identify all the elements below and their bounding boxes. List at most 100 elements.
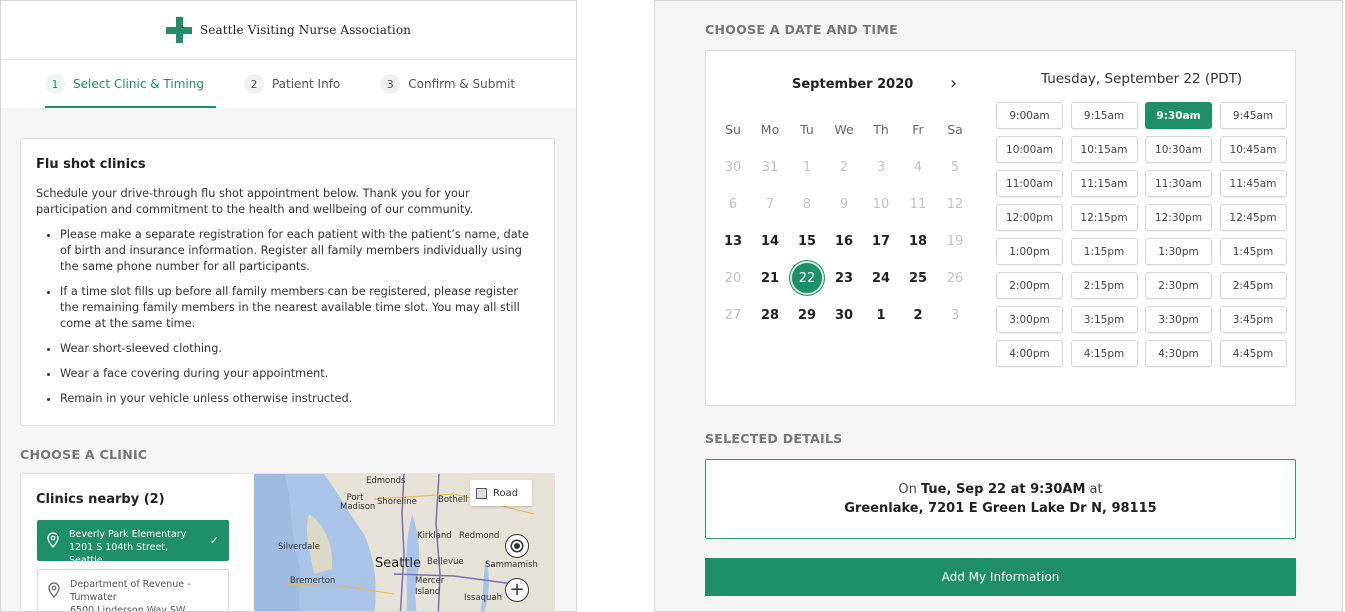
map-type-road-button[interactable]: Road: [470, 480, 532, 506]
time-slot[interactable]: 1:15pm: [1070, 238, 1138, 265]
time-slot[interactable]: 2:00pm: [996, 272, 1063, 299]
calendar-day[interactable]: 18: [901, 224, 935, 258]
time-slot[interactable]: 2:45pm: [1219, 272, 1287, 299]
location-pin-icon: [47, 532, 59, 548]
calendar-day[interactable]: 14: [753, 224, 787, 258]
calendar-day: 9: [839, 196, 849, 212]
calendar-day: 12: [946, 196, 964, 212]
time-slot[interactable]: 10:45am: [1219, 136, 1287, 163]
selected-location: Greenlake, 7201 E Green Lake Dr N, 98115: [844, 501, 1157, 516]
step-label: Patient Info: [271, 77, 341, 91]
time-slot[interactable]: 11:15am: [1070, 170, 1138, 197]
time-slot[interactable]: 10:00am: [996, 136, 1063, 163]
calendar-day[interactable]: 30: [827, 298, 861, 332]
calendar-day[interactable]: 29: [790, 298, 824, 332]
calendar-day[interactable]: 24: [864, 261, 898, 295]
time-slot[interactable]: 10:30am: [1145, 136, 1212, 163]
calendar-day[interactable]: 25: [901, 261, 935, 295]
time-slot[interactable]: 4:00pm: [996, 340, 1063, 367]
time-slot[interactable]: 11:00am: [996, 170, 1063, 197]
map-label: Issaquah: [464, 593, 502, 603]
clinic-option-selected[interactable]: Beverly Park Elementary 1201 S 104th Str…: [37, 520, 229, 566]
scheduling-panel: CHOOSE A DATE AND TIME September 2020 › …: [654, 0, 1343, 612]
time-slot[interactable]: 4:15pm: [1070, 340, 1138, 367]
time-slot[interactable]: 2:30pm: [1145, 272, 1212, 299]
selected-details-box: On Tue, Sep 22 at 9:30AM at Greenlake, 7…: [705, 459, 1296, 539]
time-slot[interactable]: 12:15pm: [1070, 204, 1138, 231]
time-slot[interactable]: 9:00am: [996, 102, 1063, 129]
time-slot[interactable]: 11:30am: [1145, 170, 1212, 197]
weekday-header: Th: [873, 122, 889, 137]
time-slot[interactable]: 3:00pm: [996, 306, 1063, 333]
time-slot[interactable]: 3:45pm: [1219, 306, 1287, 333]
time-slot-selected[interactable]: 9:30am: [1145, 102, 1212, 129]
add-my-information-button[interactable]: Add My Information: [705, 558, 1296, 596]
time-slot[interactable]: 3:30pm: [1145, 306, 1212, 333]
weekday-header: Sa: [947, 122, 963, 137]
time-slot[interactable]: 1:30pm: [1145, 238, 1212, 265]
clinic-option[interactable]: Department of Revenue - Tumwater 6500 Li…: [37, 569, 229, 611]
weekday-header: We: [834, 122, 854, 137]
time-slot[interactable]: 10:15am: [1070, 136, 1138, 163]
time-slot[interactable]: 4:45pm: [1219, 340, 1287, 367]
map-label: Silverdale: [278, 542, 320, 552]
calendar-day: 8: [802, 196, 812, 212]
calendar-day: 31: [761, 159, 779, 175]
time-slot[interactable]: 12:45pm: [1219, 204, 1287, 231]
calendar-day[interactable]: 13: [716, 224, 750, 258]
next-month-button[interactable]: ›: [950, 73, 957, 94]
zoom-in-button[interactable]: +: [505, 578, 529, 602]
time-slot[interactable]: 9:45am: [1219, 102, 1287, 129]
calendar-day: 2: [839, 159, 849, 175]
calendar-day-selected[interactable]: 22: [790, 261, 824, 295]
map-label-city: Seattle: [375, 556, 422, 571]
calendar-day: 20: [724, 270, 742, 286]
calendar-day: 7: [765, 196, 775, 212]
time-slot[interactable]: 1:45pm: [1219, 238, 1287, 265]
calendar-day: 19: [946, 233, 964, 249]
calendar-day[interactable]: 28: [753, 298, 787, 332]
map-label: Shoreline: [377, 497, 417, 507]
locate-me-button[interactable]: [505, 534, 529, 558]
time-slot[interactable]: 12:00pm: [996, 204, 1063, 231]
calendar-day[interactable]: 16: [827, 224, 861, 258]
info-title: Flu shot clinics: [36, 157, 146, 172]
selected-datetime: Tue, Sep 22 at 9:30AM: [920, 482, 1086, 497]
map-label: Sammamish: [485, 560, 538, 570]
calendar-day: 1: [802, 159, 812, 175]
time-slot[interactable]: 4:30pm: [1145, 340, 1212, 367]
clinic-name: Beverly Park Elementary: [69, 529, 187, 540]
info-bullet: Please make a separate registration for …: [60, 227, 539, 275]
step-select-clinic[interactable]: 1 Select Clinic & Timing: [45, 60, 216, 108]
step-patient-info[interactable]: 2 Patient Info: [243, 60, 341, 108]
org-name: Seattle Visiting Nurse Association: [199, 23, 412, 37]
map-label: Redmond: [459, 531, 500, 541]
clinic-name: Department of Revenue - Tumwater: [70, 579, 191, 603]
time-slot[interactable]: 9:15am: [1070, 102, 1138, 129]
info-list: Please make a separate registration for …: [36, 227, 539, 407]
calendar-day[interactable]: 15: [790, 224, 824, 258]
clinics-nearby-heading: Clinics nearby (2): [36, 492, 165, 507]
target-icon: [512, 541, 522, 551]
info-bullet: Wear a face covering during your appoint…: [60, 366, 539, 382]
time-slot[interactable]: 1:00pm: [996, 238, 1063, 265]
calendar-day[interactable]: 23: [827, 261, 861, 295]
calendar-day[interactable]: 1: [864, 298, 898, 332]
time-slot[interactable]: 11:45am: [1219, 170, 1287, 197]
calendar-day: 27: [724, 307, 742, 323]
time-slot[interactable]: 12:30pm: [1145, 204, 1212, 231]
info-bullet: Wear short-sleeved clothing.: [60, 341, 539, 357]
selected-details-heading: SELECTED DETAILS: [705, 431, 843, 446]
info-card: Flu shot clinics Schedule your drive-thr…: [20, 138, 555, 426]
time-slot[interactable]: 2:15pm: [1070, 272, 1138, 299]
location-pin-icon: [48, 582, 60, 598]
clinic-details: Beverly Park Elementary 1201 S 104th Str…: [69, 528, 200, 566]
calendar-day[interactable]: 2: [901, 298, 935, 332]
calendar-day[interactable]: 17: [864, 224, 898, 258]
time-slot[interactable]: 3:15pm: [1070, 306, 1138, 333]
calendar-day: 6: [728, 196, 738, 212]
selected-suffix: at: [1085, 482, 1103, 497]
clinic-map[interactable]: Edmonds Port Madison Shoreline Bothell K…: [254, 474, 554, 611]
calendar-day[interactable]: 21: [753, 261, 787, 295]
step-confirm-submit[interactable]: 3 Confirm & Submit: [380, 60, 515, 108]
